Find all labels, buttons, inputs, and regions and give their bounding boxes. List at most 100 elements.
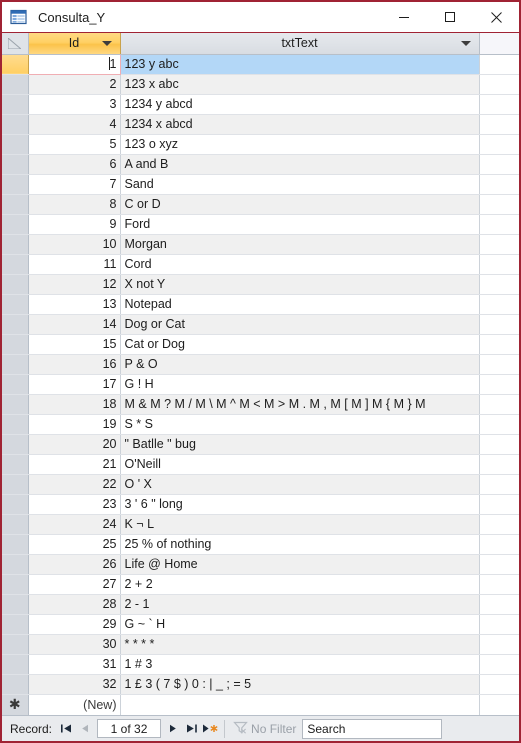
row-selector[interactable] (2, 54, 29, 75)
cell-id[interactable]: 21 (28, 454, 121, 475)
cell-id[interactable]: 7 (28, 174, 121, 195)
cell-txttext[interactable]: 123 x abc (120, 74, 480, 95)
cell-txttext[interactable]: Ford (120, 214, 480, 235)
cell-txttext[interactable]: Dog or Cat (120, 314, 480, 335)
row-selector[interactable] (2, 614, 29, 635)
row-selector[interactable] (2, 94, 29, 115)
row-selector[interactable] (2, 194, 29, 215)
cell-id[interactable]: 4 (28, 114, 121, 135)
cell-id[interactable]: 26 (28, 554, 121, 575)
column-header-txttext[interactable]: txtText (120, 33, 480, 55)
search-input[interactable]: Search (302, 718, 443, 739)
filter-status[interactable]: No Filter (233, 721, 296, 737)
cell-txttext[interactable]: * * * * (120, 634, 480, 655)
cell-txttext[interactable]: Notepad (120, 294, 480, 315)
cell-txttext[interactable]: K ¬ L (120, 514, 480, 535)
cell-txttext[interactable]: Sand (120, 174, 480, 195)
cell-id[interactable]: 19 (28, 414, 121, 435)
cell-id[interactable]: 25 (28, 534, 121, 555)
cell-txttext[interactable]: 1 # 3 (120, 654, 480, 675)
cell-id[interactable]: 23 (28, 494, 121, 515)
cell-id[interactable]: 30 (28, 634, 121, 655)
table-row[interactable]: 15 Cat or Dog (2, 334, 519, 355)
cell-txttext[interactable]: X not Y (120, 274, 480, 295)
table-row[interactable]: 7 Sand (2, 174, 519, 195)
row-selector[interactable] (2, 454, 29, 475)
row-selector[interactable] (2, 274, 29, 295)
row-selector[interactable] (2, 554, 29, 575)
cell-txttext[interactable]: Morgan (120, 234, 480, 255)
cell-id[interactable]: 18 (28, 394, 121, 415)
table-row[interactable]: 27 2 + 2 (2, 574, 519, 595)
cell-txttext[interactable]: 1234 y abcd (120, 94, 480, 115)
close-button[interactable] (473, 2, 519, 32)
row-selector[interactable] (2, 354, 29, 375)
cell-txttext[interactable]: S * S (120, 414, 480, 435)
table-row[interactable]: 23 3 ' 6 " long (2, 494, 519, 515)
table-row[interactable]: 13 Notepad (2, 294, 519, 315)
table-row[interactable]: 19 S * S (2, 414, 519, 435)
row-selector[interactable] (2, 74, 29, 95)
cell-id[interactable]: 5 (28, 134, 121, 155)
row-selector[interactable] (2, 314, 29, 335)
table-row[interactable]: 14 Dog or Cat (2, 314, 519, 335)
table-row[interactable]: 11 Cord (2, 254, 519, 275)
row-selector[interactable] (2, 594, 29, 615)
row-selector[interactable] (2, 574, 29, 595)
row-selector[interactable] (2, 374, 29, 395)
table-row[interactable]: 20 " Batlle " bug (2, 434, 519, 455)
cell-txttext[interactable]: 123 o xyz (120, 134, 480, 155)
cell-id[interactable]: 28 (28, 594, 121, 615)
cell-id[interactable]: 16 (28, 354, 121, 375)
cell-id[interactable]: 31 (28, 654, 121, 675)
row-selector[interactable] (2, 634, 29, 655)
cell-txttext[interactable]: C or D (120, 194, 480, 215)
table-row[interactable]: 18 M & M ? M / M \ M ^ M < M > M . M , M … (2, 394, 519, 415)
cell-id[interactable]: 17 (28, 374, 121, 395)
cell-id[interactable]: 2 (28, 74, 121, 95)
table-row[interactable]: 26 Life @ Home (2, 554, 519, 575)
row-selector[interactable] (2, 214, 29, 235)
table-row[interactable]: 6A and B (2, 154, 519, 175)
table-row[interactable]: 4 1234 x abcd (2, 114, 519, 135)
cell-id[interactable]: 13 (28, 294, 121, 315)
table-row[interactable]: 17 G ! H (2, 374, 519, 395)
first-record-button[interactable] (57, 719, 76, 739)
cell-id[interactable]: 22 (28, 474, 121, 495)
table-row[interactable]: 16 P & O (2, 354, 519, 375)
cell-id[interactable]: 32 (28, 674, 121, 695)
cell-id[interactable]: 12 (28, 274, 121, 295)
next-record-button[interactable] (163, 719, 182, 739)
row-selector[interactable] (2, 154, 29, 175)
cell-id[interactable]: 9 (28, 214, 121, 235)
cell-txttext[interactable]: A and B (120, 154, 480, 175)
row-selector[interactable] (2, 514, 29, 535)
table-row[interactable]: 22 O ' X (2, 474, 519, 495)
table-row[interactable]: 32 1 £ 3 ( 7 $ ) 0 : | _ ; = 5 (2, 674, 519, 695)
cell-txttext[interactable]: Life @ Home (120, 554, 480, 575)
column-header-id[interactable]: Id (28, 33, 121, 55)
table-row[interactable]: 31 1 # 3 (2, 654, 519, 675)
cell-txttext[interactable]: G ~ ` H (120, 614, 480, 635)
row-selector[interactable] (2, 494, 29, 515)
row-selector[interactable] (2, 334, 29, 355)
table-row[interactable]: 8C or D (2, 194, 519, 215)
cell-txttext[interactable]: G ! H (120, 374, 480, 395)
cell-txttext[interactable]: P & O (120, 354, 480, 375)
row-selector[interactable] (2, 114, 29, 135)
table-row[interactable]: 9 Ford (2, 214, 519, 235)
cell-id[interactable]: 3 (28, 94, 121, 115)
table-row[interactable]: 3 1234 y abcd (2, 94, 519, 115)
chevron-down-icon[interactable] (101, 41, 112, 47)
minimize-button[interactable] (381, 2, 427, 32)
row-selector[interactable] (2, 234, 29, 255)
table-row[interactable]: 24 K ¬ L (2, 514, 519, 535)
row-selector[interactable] (2, 174, 29, 195)
cell-id[interactable]: 11 (28, 254, 121, 275)
table-row[interactable]: 21 O'Neill (2, 454, 519, 475)
last-record-button[interactable] (182, 719, 201, 739)
cell-id[interactable]: 1 (27, 53, 121, 75)
new-record-id-cell[interactable]: (New) (28, 694, 121, 715)
current-record-input[interactable]: 1 of 32 (97, 719, 162, 738)
new-record-button[interactable] (201, 719, 220, 739)
